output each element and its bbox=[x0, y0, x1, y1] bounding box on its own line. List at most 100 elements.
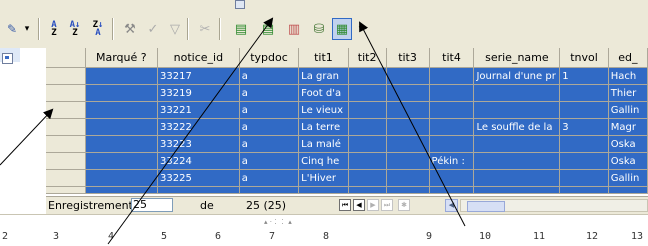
table-cell[interactable] bbox=[85, 101, 159, 119]
table-cell[interactable] bbox=[85, 169, 159, 187]
table-cell[interactable]: 33224 bbox=[157, 152, 240, 170]
table-cell[interactable]: Foot d'a bbox=[298, 84, 349, 102]
table-cell[interactable] bbox=[429, 101, 475, 119]
table-cell[interactable] bbox=[348, 67, 387, 85]
table-cell[interactable] bbox=[429, 84, 475, 102]
table-cell[interactable]: 33223 bbox=[157, 135, 240, 153]
row-selector[interactable] bbox=[46, 118, 86, 136]
table-cell[interactable]: 33217 bbox=[157, 67, 240, 85]
first-record-icon[interactable]: ⏮ bbox=[339, 199, 351, 211]
dropdown-arrow-icon[interactable]: ▾ bbox=[22, 18, 32, 40]
table-cell[interactable]: La terre bbox=[298, 118, 349, 136]
row-selector[interactable] bbox=[46, 84, 86, 102]
table-row[interactable]: 33221 a Le vieux Gallin bbox=[46, 101, 648, 119]
table-row[interactable]: 33219 a Foot d'a Thier bbox=[46, 84, 648, 102]
table-cell[interactable] bbox=[473, 169, 561, 187]
table-cell[interactable] bbox=[473, 84, 561, 102]
remove-filter-icon[interactable]: ✂ bbox=[195, 18, 215, 40]
table-cell[interactable] bbox=[348, 152, 387, 170]
table-cell[interactable]: Cinq he bbox=[298, 152, 349, 170]
data-source-icon[interactable]: ⛁ bbox=[309, 18, 329, 40]
table-row[interactable]: 33225 a L'Hiver Gallin bbox=[46, 169, 648, 187]
table-cell[interactable] bbox=[386, 152, 430, 170]
table-cell[interactable] bbox=[348, 101, 387, 119]
record-number-input[interactable]: 25 bbox=[131, 198, 173, 212]
table-row[interactable]: 33224 a Cinq he Pékin : Oska bbox=[46, 152, 648, 170]
table-cell[interactable] bbox=[559, 135, 609, 153]
table-cell[interactable]: La gran bbox=[298, 67, 349, 85]
table-cell[interactable] bbox=[559, 169, 609, 187]
insert-columns-icon[interactable]: ▤ bbox=[231, 18, 251, 40]
column-header[interactable]: tnvol bbox=[559, 48, 609, 68]
column-header[interactable]: serie_name bbox=[473, 48, 561, 68]
table-cell[interactable]: Thier bbox=[608, 84, 648, 102]
table-row[interactable]: 33222 a La terre Le souffle de la 3 Magr bbox=[46, 118, 648, 136]
table-cell[interactable]: a bbox=[239, 152, 300, 170]
table-cell[interactable] bbox=[85, 67, 159, 85]
row-selector[interactable] bbox=[46, 169, 86, 187]
scrollbar-thumb[interactable] bbox=[467, 201, 505, 212]
table-cell[interactable] bbox=[348, 169, 387, 187]
row-selector[interactable] bbox=[46, 101, 86, 119]
table-cell[interactable] bbox=[473, 152, 561, 170]
table-cell[interactable] bbox=[429, 135, 475, 153]
form-icon[interactable]: ✎ bbox=[4, 18, 20, 40]
standard-filter-icon[interactable]: ✓ bbox=[143, 18, 163, 40]
table-cell[interactable] bbox=[386, 135, 430, 153]
table-cell[interactable]: 33219 bbox=[157, 84, 240, 102]
table-cell[interactable] bbox=[386, 67, 430, 85]
table-cell[interactable] bbox=[559, 152, 609, 170]
table-row[interactable]: 33223 a La malé Oska bbox=[46, 135, 648, 153]
table-cell[interactable]: 33225 bbox=[157, 169, 240, 187]
table-cell[interactable] bbox=[473, 101, 561, 119]
table-cell[interactable]: 33221 bbox=[157, 101, 240, 119]
table-cell[interactable] bbox=[348, 135, 387, 153]
scroll-left-icon[interactable]: ◀ bbox=[445, 199, 458, 212]
table-cell[interactable]: Oska bbox=[608, 152, 648, 170]
table-cell[interactable]: Magr bbox=[608, 118, 648, 136]
table-cell[interactable] bbox=[429, 169, 475, 187]
table-cell[interactable]: a bbox=[239, 84, 300, 102]
table-cell[interactable] bbox=[348, 84, 387, 102]
table-cell[interactable] bbox=[386, 118, 430, 136]
next-record-icon[interactable]: ▶ bbox=[367, 199, 379, 211]
table-cell[interactable]: a bbox=[239, 135, 300, 153]
horizontal-scrollbar[interactable]: ◀ bbox=[445, 199, 648, 212]
table-cell[interactable]: a bbox=[239, 101, 300, 119]
table-cell[interactable] bbox=[85, 135, 159, 153]
data-to-text-icon[interactable]: ▥ bbox=[284, 18, 304, 40]
table-cell[interactable] bbox=[559, 101, 609, 119]
table-cell[interactable]: Gallin bbox=[608, 169, 648, 187]
sort-za-icon[interactable]: Z↓ A bbox=[88, 18, 108, 40]
table-cell[interactable] bbox=[85, 84, 159, 102]
table-cell[interactable]: Gallin bbox=[608, 101, 648, 119]
column-header[interactable]: typdoc bbox=[239, 48, 300, 68]
table-cell[interactable]: 3 bbox=[559, 118, 609, 136]
column-header[interactable]: Marqué ? bbox=[85, 48, 159, 68]
table-cell[interactable] bbox=[386, 84, 430, 102]
new-record-icon[interactable]: ✱ bbox=[398, 199, 410, 211]
table-cell[interactable] bbox=[429, 67, 475, 85]
table-row[interactable]: 33217 a La gran Journal d'une pr 1 Hach bbox=[46, 67, 648, 85]
table-cell[interactable]: 33222 bbox=[157, 118, 240, 136]
column-header[interactable]: ed_ bbox=[608, 48, 648, 68]
previous-record-icon[interactable]: ◀ bbox=[353, 199, 365, 211]
table-cell[interactable] bbox=[85, 152, 159, 170]
column-header[interactable]: tit1 bbox=[298, 48, 349, 68]
database-icon[interactable] bbox=[2, 53, 13, 64]
table-cell[interactable]: Oska bbox=[608, 135, 648, 153]
table-cell[interactable]: a bbox=[239, 67, 300, 85]
table-cell[interactable] bbox=[559, 84, 609, 102]
table-cell[interactable] bbox=[348, 118, 387, 136]
filter-icon[interactable]: ▽ bbox=[165, 18, 185, 40]
table-cell[interactable] bbox=[473, 135, 561, 153]
column-header[interactable]: tit2 bbox=[348, 48, 387, 68]
sort-ascending-icon[interactable]: AZ bbox=[44, 18, 64, 40]
sort-az-icon[interactable]: A↓ Z bbox=[65, 18, 85, 40]
column-header[interactable]: tit3 bbox=[386, 48, 430, 68]
column-header[interactable]: notice_id bbox=[157, 48, 240, 68]
table-cell[interactable] bbox=[429, 118, 475, 136]
table-cell[interactable]: a bbox=[239, 118, 300, 136]
column-header[interactable]: tit4 bbox=[429, 48, 475, 68]
row-selector[interactable] bbox=[46, 67, 86, 85]
